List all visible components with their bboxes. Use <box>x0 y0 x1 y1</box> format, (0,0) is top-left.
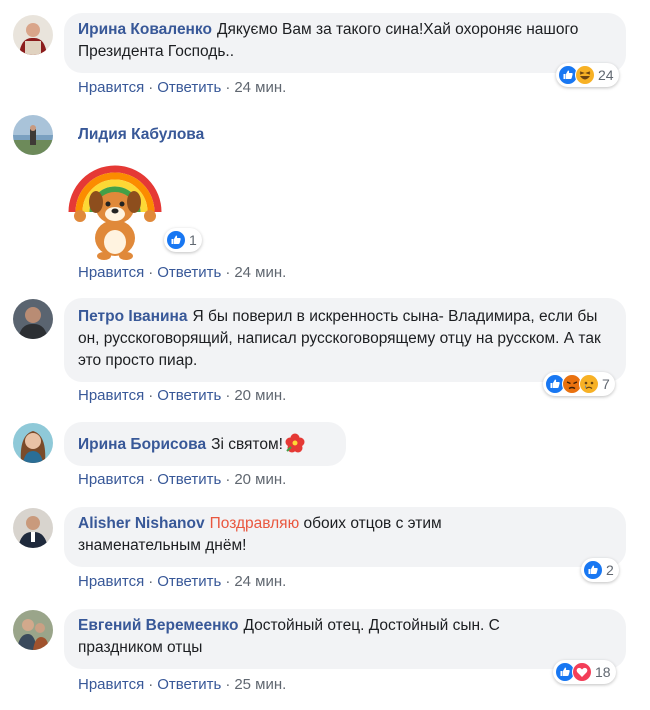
comment-bubble: Alisher Nishanov Поздравляю обоих отцов с… <box>64 507 626 567</box>
comment-timestamp[interactable]: 20 мин. <box>234 471 286 488</box>
reactions-summary[interactable]: 1 <box>164 228 202 252</box>
avatar[interactable] <box>13 610 53 650</box>
like-button[interactable]: Нравится <box>78 573 144 590</box>
reaction-count: 18 <box>595 664 611 680</box>
like-button[interactable]: Нравится <box>78 676 144 693</box>
comment-bubble: Петро Іванина Я бы поверил в искренность … <box>64 298 626 382</box>
like-button[interactable]: Нравится <box>78 79 144 96</box>
mention-link[interactable]: Поздравляю <box>210 515 300 532</box>
comment-author[interactable]: Alisher Nishanov <box>78 515 205 532</box>
like-button[interactable]: Нравится <box>78 471 144 488</box>
comment-actions: Нравится · Ответить · 20 мин. <box>78 387 287 404</box>
comment-author[interactable]: Петро Іванина <box>78 308 188 325</box>
reply-button[interactable]: Ответить <box>157 79 221 96</box>
reaction-count: 1 <box>189 232 197 248</box>
comment-timestamp[interactable]: 25 мин. <box>234 676 286 693</box>
comment-author[interactable]: Евгений Веремеенко <box>78 617 238 634</box>
comment-author[interactable]: Лидия Кабулова <box>78 126 204 144</box>
comment-bubble: Ирина Коваленко Дякуємо Вам за такого син… <box>64 13 626 73</box>
like-button[interactable]: Нравится <box>78 264 144 281</box>
comment-author[interactable]: Ирина Коваленко <box>78 21 212 38</box>
comment-timestamp[interactable]: 20 мин. <box>234 387 286 404</box>
reply-button[interactable]: Ответить <box>157 264 221 281</box>
comment-timestamp[interactable]: 24 мин. <box>234 573 286 590</box>
reply-button[interactable]: Ответить <box>157 573 221 590</box>
comment-bubble: Евгений Веремеенко Достойный отец. Достой… <box>64 609 626 669</box>
love-icon <box>572 662 592 682</box>
comment-bubble: Ирина Борисова Зі святом! <box>64 422 346 466</box>
avatar[interactable] <box>13 423 53 463</box>
reply-button[interactable]: Ответить <box>157 471 221 488</box>
comment-actions: Нравится · Ответить · 25 мин. <box>78 676 287 693</box>
reactions-summary[interactable]: 2 <box>581 558 619 582</box>
comment-text: Зі святом! <box>211 436 283 453</box>
avatar[interactable] <box>13 299 53 339</box>
comment-author[interactable]: Ирина Борисова <box>78 436 206 453</box>
like-icon <box>583 560 603 580</box>
hibiscus-emoji <box>285 433 305 453</box>
avatar[interactable] <box>13 115 53 155</box>
reaction-count: 24 <box>598 67 614 83</box>
comment-actions: Нравится · Ответить · 24 мин. <box>78 264 287 281</box>
comment-timestamp[interactable]: 24 мин. <box>234 264 286 281</box>
avatar[interactable] <box>13 508 53 548</box>
comment-timestamp[interactable]: 24 мин. <box>234 79 286 96</box>
reply-button[interactable]: Ответить <box>157 676 221 693</box>
like-button[interactable]: Нравится <box>78 387 144 404</box>
reactions-summary[interactable]: 24 <box>556 63 619 87</box>
comment-actions: Нравится · Ответить · 24 мин. <box>78 573 287 590</box>
sad-icon <box>579 374 599 394</box>
reaction-count: 2 <box>606 562 614 578</box>
reaction-count: 7 <box>602 376 610 392</box>
rainbow-dog-sticker <box>66 150 164 260</box>
reply-button[interactable]: Ответить <box>157 387 221 404</box>
haha-icon <box>575 65 595 85</box>
reactions-summary[interactable]: 7 <box>543 372 615 396</box>
like-icon <box>166 230 186 250</box>
avatar[interactable] <box>13 15 53 55</box>
reactions-summary[interactable]: 18 <box>553 660 616 684</box>
comment-actions: Нравится · Ответить · 20 мин. <box>78 471 287 488</box>
comment-actions: Нравится · Ответить · 24 мин. <box>78 79 287 96</box>
